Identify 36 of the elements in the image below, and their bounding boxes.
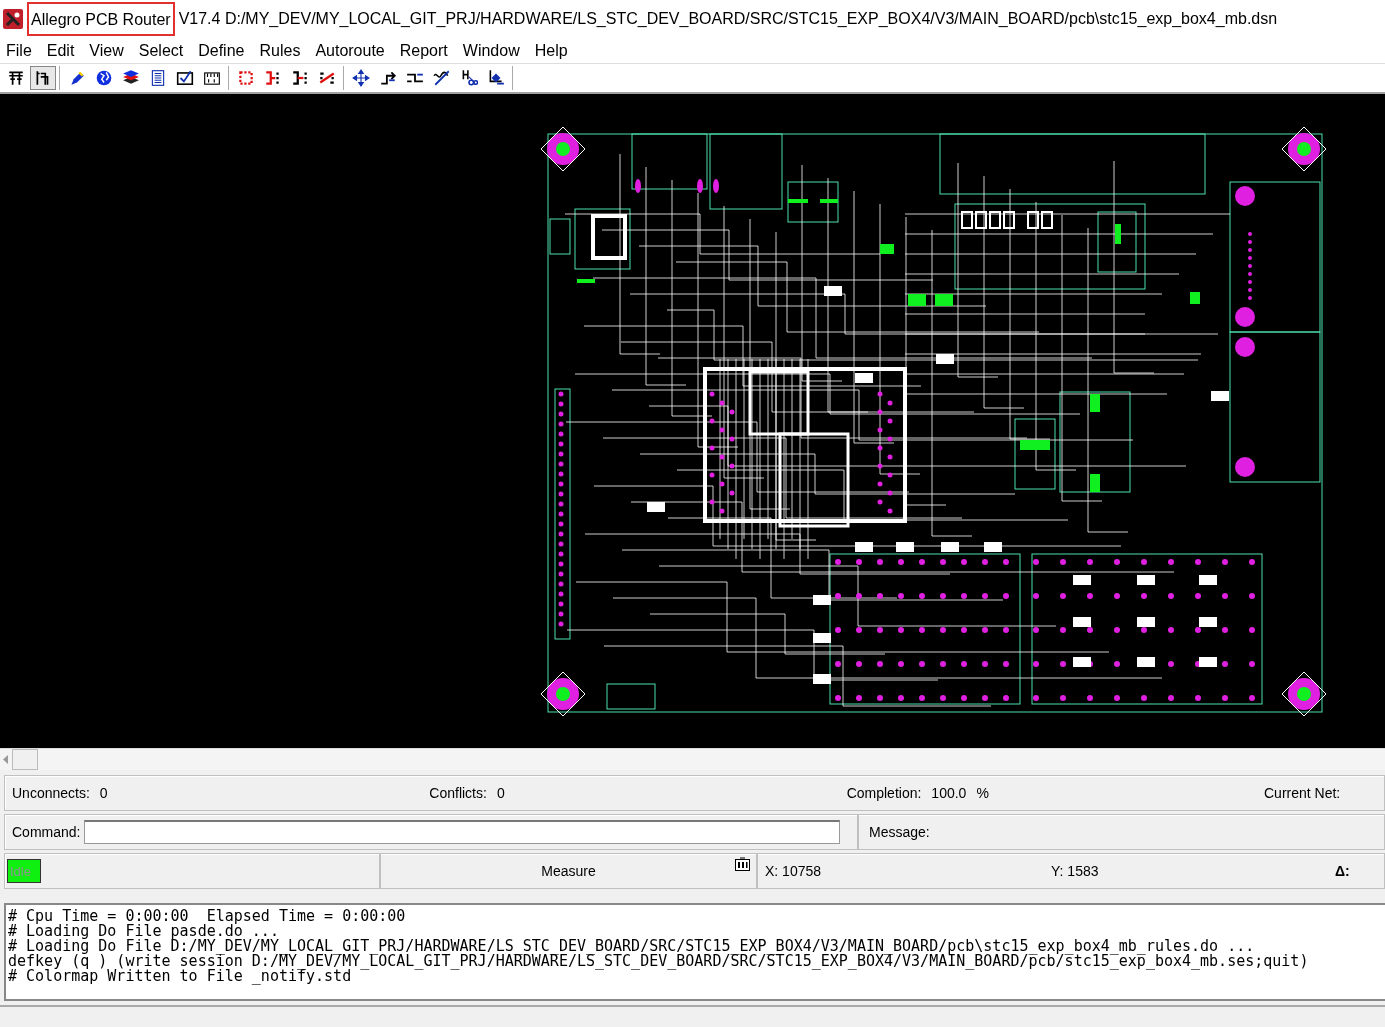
completion-value: 100.0 <box>931 785 967 801</box>
window-title-highlighted: Allegro PCB Router <box>27 2 175 36</box>
console-line: # Loading Do File pasde.do ... <box>8 924 279 939</box>
calculator-icon[interactable] <box>735 857 750 871</box>
console-line: # Cpu Time = 0:00:00 Elapsed Time = 0:00:00 <box>8 909 407 924</box>
menu-item[interactable]: View <box>83 41 133 60</box>
menu-item[interactable]: Help <box>528 41 577 60</box>
menu-item[interactable]: Report <box>393 41 457 60</box>
conflicts-label: Conflicts: <box>429 785 487 801</box>
menu-item[interactable]: Edit <box>40 41 84 60</box>
message-label: Message: <box>869 824 930 840</box>
command-input[interactable] <box>84 820 841 844</box>
window-title: V17.4 D:/MY_DEV/MY_LOCAL_GIT_PRJ/HARDWARE/LS_STC_DEV_BOARD/SRC/STC15_EXP_BOX4/V3/MAIN_BOARD/pcb\stc15_exp_box4_mb.dsn <box>178 10 1278 28</box>
mode-label: Measure <box>541 863 596 879</box>
console-line: # Colormap Written to File _notify.std <box>8 969 352 984</box>
x-coordinate: X: 10758 <box>765 863 823 879</box>
unconnects-value: 0 <box>99 785 108 801</box>
completion-unit: % <box>976 785 989 801</box>
app-logo-icon <box>3 9 23 29</box>
menu-item[interactable]: File <box>0 41 41 60</box>
conflicts-value: 0 <box>496 785 505 801</box>
menu-item[interactable]: Window <box>456 41 529 60</box>
completion-label: Completion: <box>846 785 922 801</box>
current-net-label: Current Net: <box>1264 785 1341 801</box>
unconnects-label: Unconnects: <box>12 785 90 801</box>
y-coordinate: Y: 1583 <box>1051 863 1100 879</box>
command-label: Command: <box>12 824 81 840</box>
console-line: defkey (q ) (write session D:/MY_DEV/MY_LOCAL_GIT_PRJ/HARDWARE/LS_STC_DEV_BOARD/SRC/STC15_EXP_BOX4/V3/MAIN_BOARD/pcb/stc15_exp_box4_mb.ses;quit) <box>8 954 1310 969</box>
console-line: # Loading Do File D:/MY_DEV/MY_LOCAL_GIT_PRJ/HARDWARE/LS_STC_DEV_BOARD/SRC/STC15_EXP_BOX4/V3/MAIN_BOARD/pcb\stc15_exp_box4_mb_rules.do ... <box>8 939 1255 954</box>
status-indicator: Idle <box>7 859 41 883</box>
menu-item[interactable]: Autoroute <box>309 41 394 60</box>
scrollbar-thumb[interactable] <box>12 749 38 770</box>
menu-item[interactable]: Define <box>192 41 254 60</box>
delta-label: Δ: <box>1335 863 1350 879</box>
menu-item[interactable]: Select <box>132 41 193 60</box>
menu-item[interactable]: Rules <box>253 41 310 60</box>
